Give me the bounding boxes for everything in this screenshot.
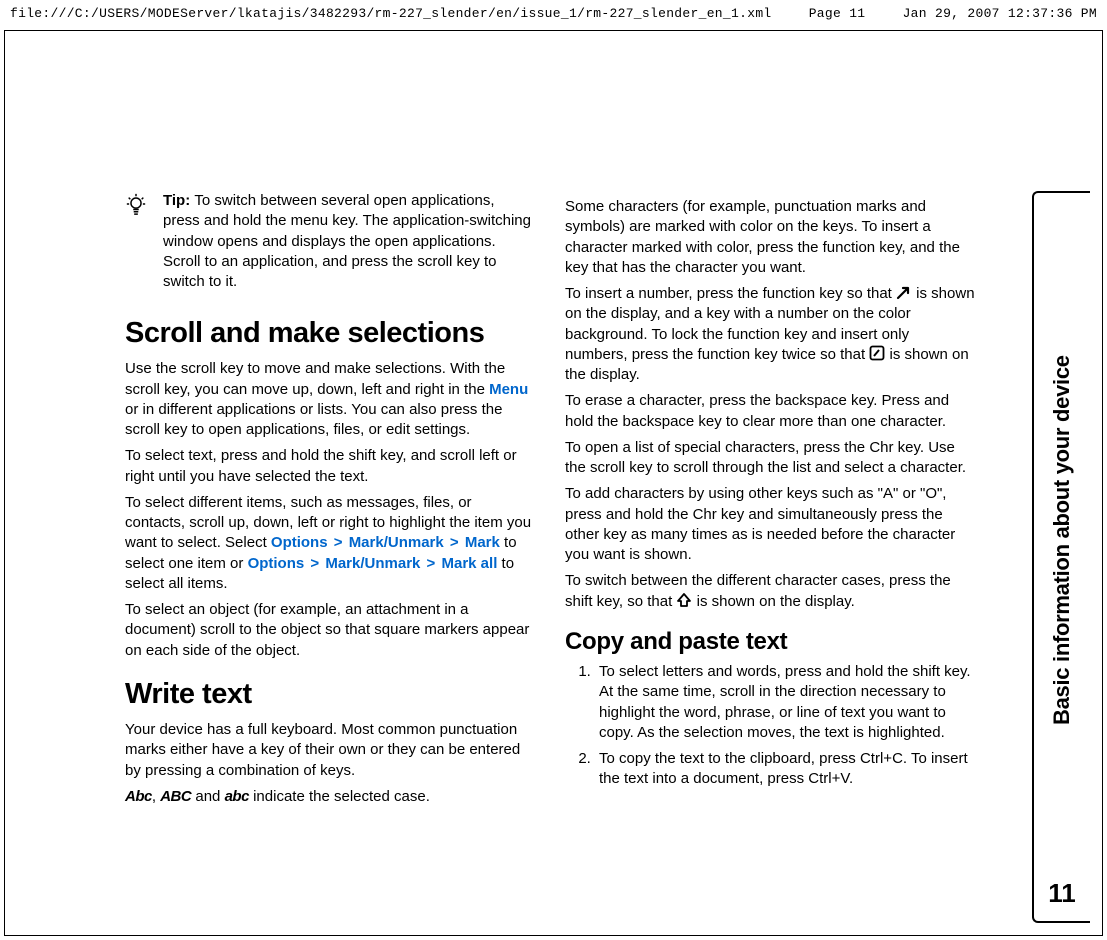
col2-p4: To open a list of special characters, pr… bbox=[565, 438, 975, 479]
tip-icon bbox=[125, 191, 149, 292]
indicator-abc-mixed: Abc bbox=[125, 788, 152, 805]
file-path: file:///C:/USERS/MODEServer/lkatajis/348… bbox=[10, 6, 772, 21]
col2-p6: To switch between the different characte… bbox=[565, 571, 975, 612]
indicator-abc-upper: ABC bbox=[160, 788, 191, 805]
copy-step-2: To copy the text to the clipboard, press… bbox=[595, 749, 975, 790]
write-p1: Your device has a full keyboard. Most co… bbox=[125, 720, 535, 781]
page-number: 11 bbox=[1048, 878, 1076, 909]
scroll-p3: To select different items, such as messa… bbox=[125, 493, 535, 594]
heading-write: Write text bbox=[125, 675, 535, 714]
write-p2: Abc, ABC and abc indicate the selected c… bbox=[125, 787, 535, 807]
col2-p5: To add characters by using other keys su… bbox=[565, 484, 975, 565]
timestamp: Jan 29, 2007 12:37:36 PM bbox=[903, 6, 1097, 21]
menu-link: Menu bbox=[489, 381, 528, 398]
indicator-abc-lower: abc bbox=[225, 788, 249, 805]
copy-steps: To select letters and words, press and h… bbox=[565, 662, 975, 790]
heading-scroll: Scroll and make selections bbox=[125, 314, 535, 353]
col2-p3: To erase a character, press the backspac… bbox=[565, 391, 975, 432]
section-tab-title: Basic information about your device bbox=[1049, 193, 1075, 878]
tip-label: Tip: bbox=[163, 192, 194, 209]
function-lock-icon bbox=[869, 345, 885, 361]
scroll-p2: To select text, press and hold the shift… bbox=[125, 446, 535, 487]
col2-p2: To insert a number, press the function k… bbox=[565, 284, 975, 385]
page-border: Tip: To switch between several open appl… bbox=[4, 30, 1103, 936]
right-column: Some characters (for example, punctuatio… bbox=[565, 191, 975, 813]
function-arrow-icon bbox=[896, 284, 912, 300]
scroll-p1: Use the scroll key to move and make sele… bbox=[125, 359, 535, 440]
left-column: Tip: To switch between several open appl… bbox=[125, 191, 535, 813]
print-header: file:///C:/USERS/MODEServer/lkatajis/348… bbox=[0, 0, 1107, 29]
tip-block: Tip: To switch between several open appl… bbox=[125, 191, 535, 292]
page-indicator: Page 11 bbox=[809, 6, 866, 21]
shift-icon bbox=[676, 592, 692, 608]
section-tab: Basic information about your device 11 bbox=[1032, 191, 1090, 923]
content-columns: Tip: To switch between several open appl… bbox=[125, 191, 975, 813]
col2-p1: Some characters (for example, punctuatio… bbox=[565, 197, 975, 278]
tip-text: Tip: To switch between several open appl… bbox=[163, 191, 535, 292]
copy-step-1: To select letters and words, press and h… bbox=[595, 662, 975, 743]
scroll-p4: To select an object (for example, an att… bbox=[125, 600, 535, 661]
tip-body: To switch between several open applicati… bbox=[163, 192, 531, 290]
heading-copy: Copy and paste text bbox=[565, 626, 975, 658]
